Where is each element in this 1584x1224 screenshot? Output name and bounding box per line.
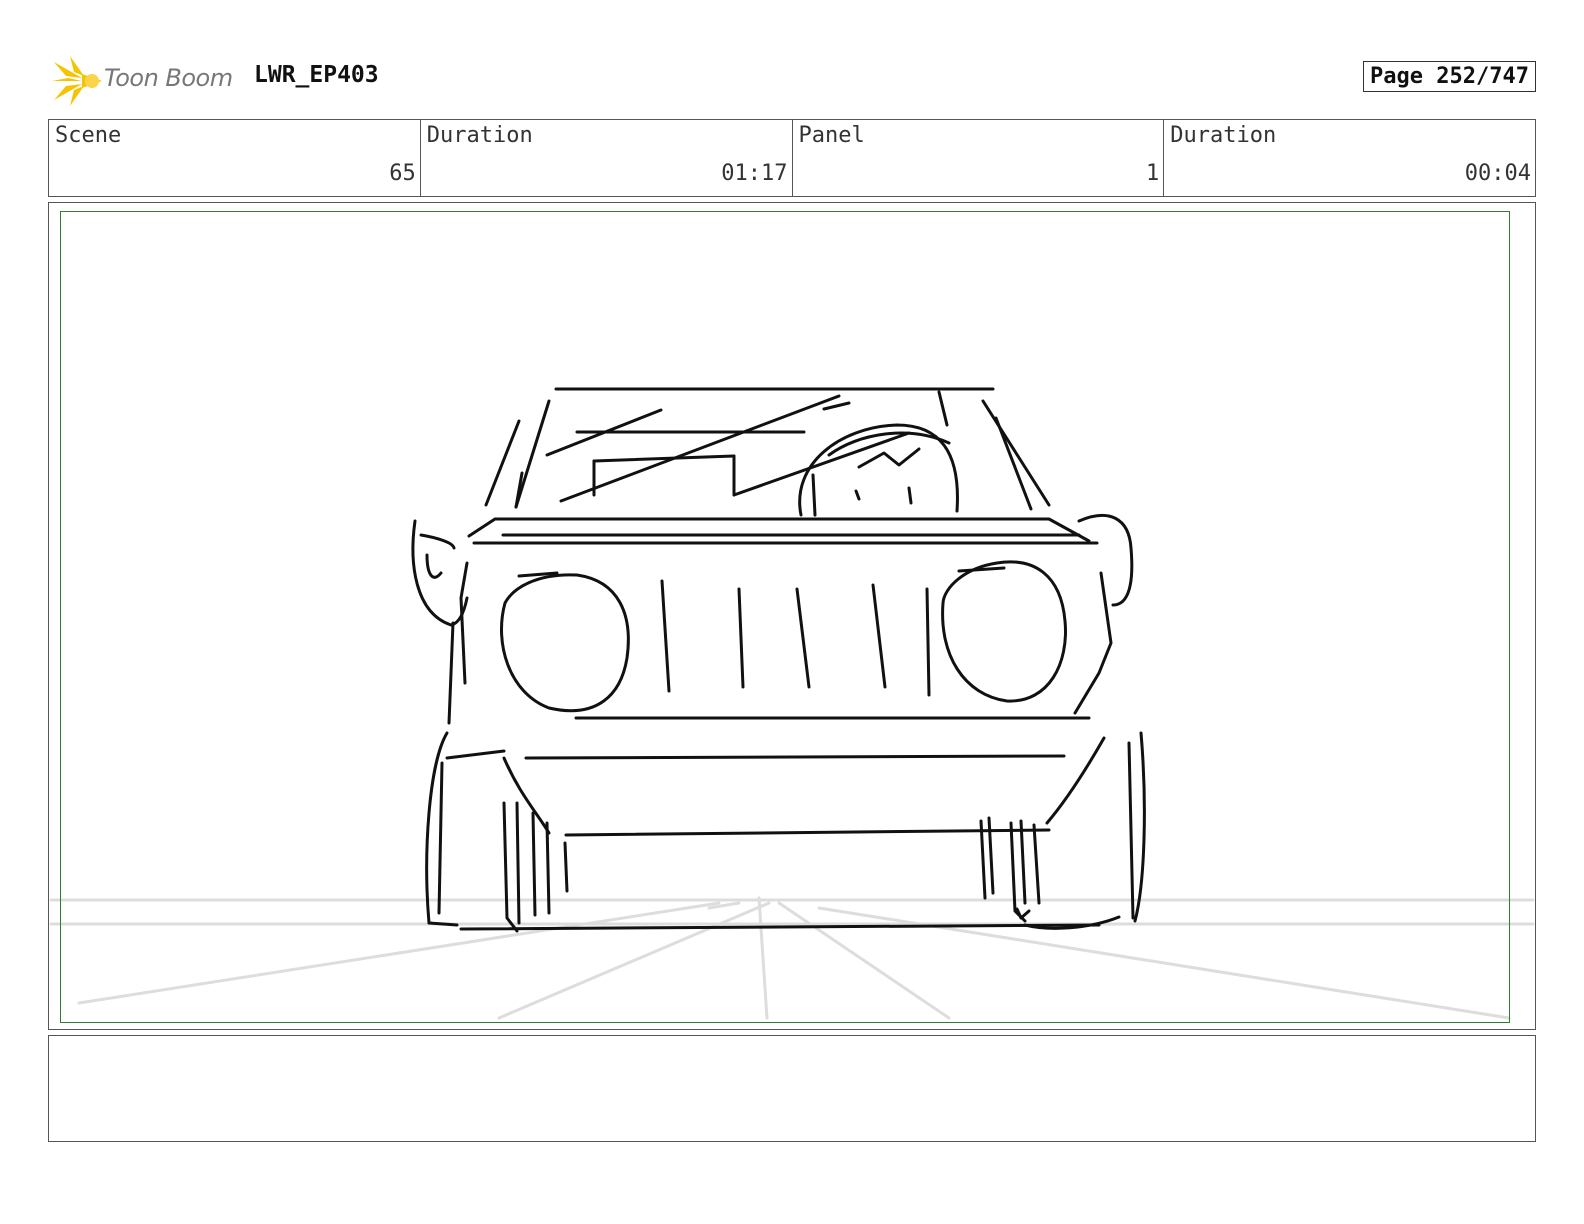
page-number: Page 252/747 (1363, 61, 1536, 92)
panel-notes-box (48, 1035, 1536, 1142)
panel-value: 1 (1146, 161, 1160, 186)
panel-label: Panel (798, 123, 865, 148)
panel-cell: Panel 1 (793, 120, 1165, 196)
toon-boom-logo: Toon Boom (52, 56, 242, 106)
scene-value: 65 (389, 161, 416, 186)
panel-duration-cell: Duration 00:04 (1164, 120, 1535, 196)
sunburst-logo-icon (52, 56, 102, 106)
scene-label: Scene (55, 123, 122, 148)
scene-duration-label: Duration (426, 123, 533, 148)
safe-frame-border (60, 211, 1510, 1023)
logo-wordmark: Toon Boom (104, 64, 233, 92)
project-title: LWR_EP403 (254, 62, 379, 88)
scene-info-table: Scene 65 Duration 01:17 Panel 1 Duration… (48, 119, 1536, 197)
panel-duration-value: 00:04 (1464, 161, 1531, 186)
scene-duration-cell: Duration 01:17 (421, 120, 793, 196)
scene-duration-value: 01:17 (721, 161, 788, 186)
page-header: Toon Boom LWR_EP403 Page 252/747 (48, 56, 1536, 106)
scene-cell: Scene 65 (49, 120, 421, 196)
panel-duration-label: Duration (1170, 123, 1277, 148)
storyboard-panel (48, 202, 1536, 1030)
